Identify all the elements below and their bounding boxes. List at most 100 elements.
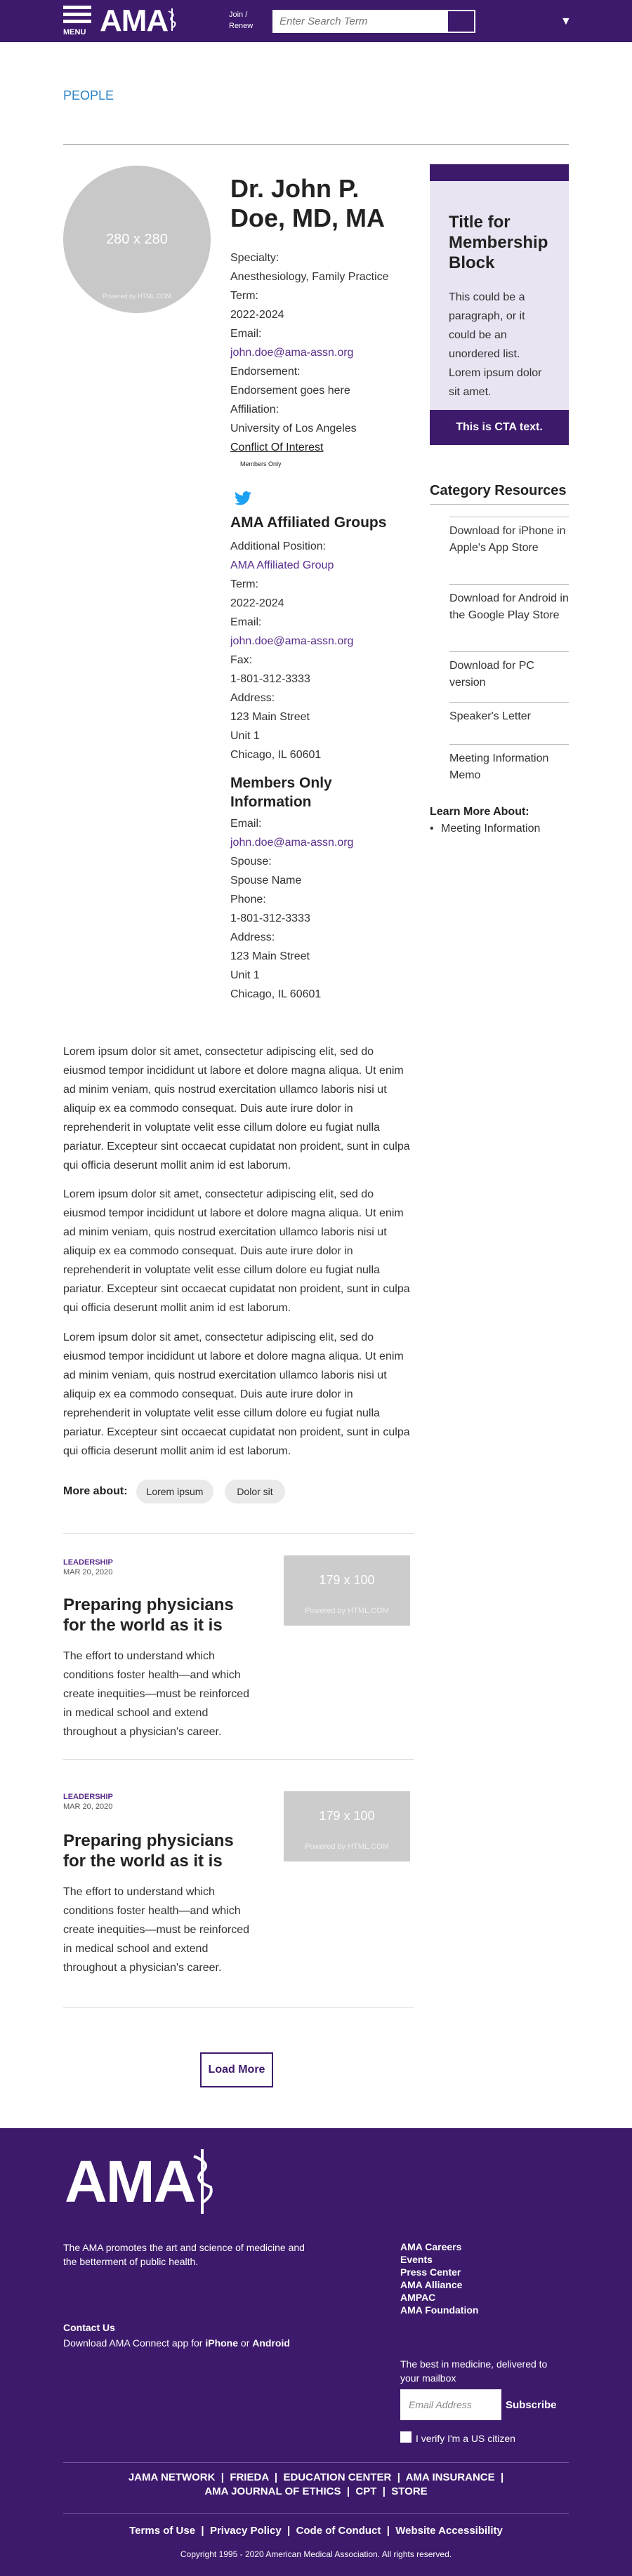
membership-cta-button[interactable]: This is CTA text. [430,410,569,445]
membership-top-bar [430,164,569,181]
footer-link-events[interactable]: Events [400,2253,478,2266]
contact-us-link[interactable]: Contact Us [63,2322,115,2333]
body-paragraph: Lorem ipsum dolor sit amet, consectetur … [63,1332,410,1457]
card-category[interactable]: LEADERSHIP [63,1558,113,1567]
membership-block: Title for Membership Block This could be… [430,164,569,445]
join-renew-link[interactable]: Join / Renew [229,9,253,32]
chevron-down-icon[interactable]: ▼ [560,15,572,28]
avatar: 280 x 280 Powered by HTML.COM [63,166,211,313]
avatar-placeholder-text: 280 x 280 [106,232,168,247]
endorsement-label: Endorsement: [230,366,301,378]
legal-link-accessibility[interactable]: Website Accessibility [395,2525,503,2537]
term-value: 2022-2024 [230,597,284,609]
affiliation-label: Affiliation: [230,404,279,416]
network-link-jama[interactable]: JAMA NETWORK [129,2471,216,2483]
network-link-cpt[interactable]: CPT [355,2485,376,2497]
affiliation-value: University of Los Angeles [230,423,357,434]
subscribe-button[interactable]: Subscribe [506,2399,557,2411]
spouse-label: Spouse: [230,856,272,868]
affiliated-groups-heading: AMA Affiliated Groups [230,514,387,531]
tag-lorem-ipsum[interactable]: Lorem ipsum [136,1480,213,1503]
card-category[interactable]: LEADERSHIP [63,1793,113,1801]
conflict-of-interest-link[interactable]: Conflict Of Interest [230,441,324,453]
resource-link-meeting-memo[interactable]: Meeting Information Memo [449,744,569,784]
menu-button[interactable]: MENU [63,6,91,36]
load-more-button[interactable]: Load More [200,2052,273,2087]
network-link-insurance[interactable]: AMA INSURANCE [406,2471,495,2483]
footer-link-ampac[interactable]: AMPAC [400,2291,478,2304]
address-line: Chicago, IL 60601 [230,988,322,1000]
ama-logo[interactable]: AMA [100,6,169,36]
avatar-powered-text: Powered by HTML.COM [102,293,172,300]
breadcrumb-people[interactable]: PEOPLE [63,88,114,103]
card-thumbnail[interactable]: 179 x 100 Powered by HTML.COM [284,1555,410,1626]
search-box [272,10,475,33]
card-text: The effort to understand which condition… [63,1886,250,1974]
profile-name: Dr. John P. Doe, MD, MA [230,174,385,232]
members-only-heading: Members Only Information [230,775,332,810]
menu-bar [63,20,91,23]
network-link-frieda[interactable]: FRIEDA [230,2471,268,2483]
card-thumbnail[interactable]: 179 x 100 Powered by HTML.COM [284,1791,410,1861]
card-text: The effort to understand which condition… [63,1650,250,1738]
footer-ama-logo[interactable]: AMA [65,2152,196,2211]
newsletter-email-field[interactable]: Email Address [400,2389,501,2420]
phone-value: 1-801-312-3333 [230,912,310,924]
body-paragraph: Lorem ipsum dolor sit amet, consectetur … [63,1046,410,1171]
android-link[interactable]: Android [252,2337,290,2349]
menu-label: MENU [63,28,86,36]
network-link-education[interactable]: EDUCATION CENTER [283,2471,391,2483]
email-link[interactable]: john.doe@ama-assn.org [230,837,353,849]
email-link[interactable]: john.doe@ama-assn.org [230,347,353,359]
site-footer: AMA The AMA promotes the art and science… [0,2128,632,2576]
network-link-journal-ethics[interactable]: AMA JOURNAL OF ETHICS [204,2485,341,2497]
affiliated-details: Additional Position: AMA Affiliated Grou… [230,537,420,764]
fax-value: 1-801-312-3333 [230,673,310,685]
card-title[interactable]: Preparing physicians for the world as it… [63,1595,260,1635]
legal-link-terms[interactable]: Terms of Use [129,2525,195,2537]
iphone-link[interactable]: iPhone [205,2337,238,2349]
search-button[interactable] [448,11,474,32]
divider [430,504,569,505]
profile-details: Specialty: Anesthesiology, Family Practi… [230,248,420,471]
endorsement-value: Endorsement goes here [230,385,350,397]
membership-title: Title for Membership Block [449,213,548,272]
more-about-label: More about: [63,1485,128,1497]
email-link[interactable]: john.doe@ama-assn.org [230,635,353,647]
card-title[interactable]: Preparing physicians for the world as it… [63,1831,260,1871]
category-resources-heading: Category Resources [430,483,567,498]
legal-link-conduct[interactable]: Code of Conduct [296,2525,381,2537]
term-label: Term: [230,578,258,590]
footer-link-press-center[interactable]: Press Center [400,2266,478,2278]
network-links-row2: AMA JOURNAL OF ETHICS | CPT | STORE [204,2485,428,2497]
resource-link-android[interactable]: Download for Android in the Google Play … [449,584,569,624]
resource-link-iphone[interactable]: Download for iPhone in Apple's App Store [449,517,569,557]
term-label: Term: [230,290,258,302]
affiliated-group-link[interactable]: AMA Affiliated Group [230,559,334,571]
us-citizen-checkbox[interactable] [400,2431,412,2443]
learn-more-item[interactable]: Meeting Information [430,823,540,835]
email-label: Email: [230,328,262,340]
resource-link-speakers-letter[interactable]: Speaker's Letter [449,702,569,725]
phone-label: Phone: [230,894,266,905]
members-only-details: Email: john.doe@ama-assn.org Spouse: Spo… [230,814,420,1004]
members-only-text: Members Only [240,460,282,467]
spouse-value: Spouse Name [230,875,302,887]
tag-dolor-sit[interactable]: Dolor sit [225,1480,285,1503]
twitter-icon[interactable] [235,491,251,505]
menu-bar [63,6,91,9]
resource-link-pc[interactable]: Download for PC version [449,651,569,691]
address-line: Unit 1 [230,969,260,981]
body-paragraph: Lorem ipsum dolor sit amet, consectetur … [63,1188,410,1314]
footer-link-careers[interactable]: AMA Careers [400,2240,478,2253]
position-label: Additional Position: [230,540,327,552]
specialty-label: Specialty: [230,252,279,264]
footer-link-foundation[interactable]: AMA Foundation [400,2304,478,2316]
address-line: 123 Main Street [230,711,310,723]
search-input[interactable] [274,11,449,32]
network-link-store[interactable]: STORE [391,2485,427,2497]
address-line: 123 Main Street [230,950,310,962]
app-download-text: Download AMA Connect app for iPhone or A… [63,2337,290,2349]
footer-link-alliance[interactable]: AMA Alliance [400,2278,478,2291]
legal-link-privacy[interactable]: Privacy Policy [210,2525,282,2537]
